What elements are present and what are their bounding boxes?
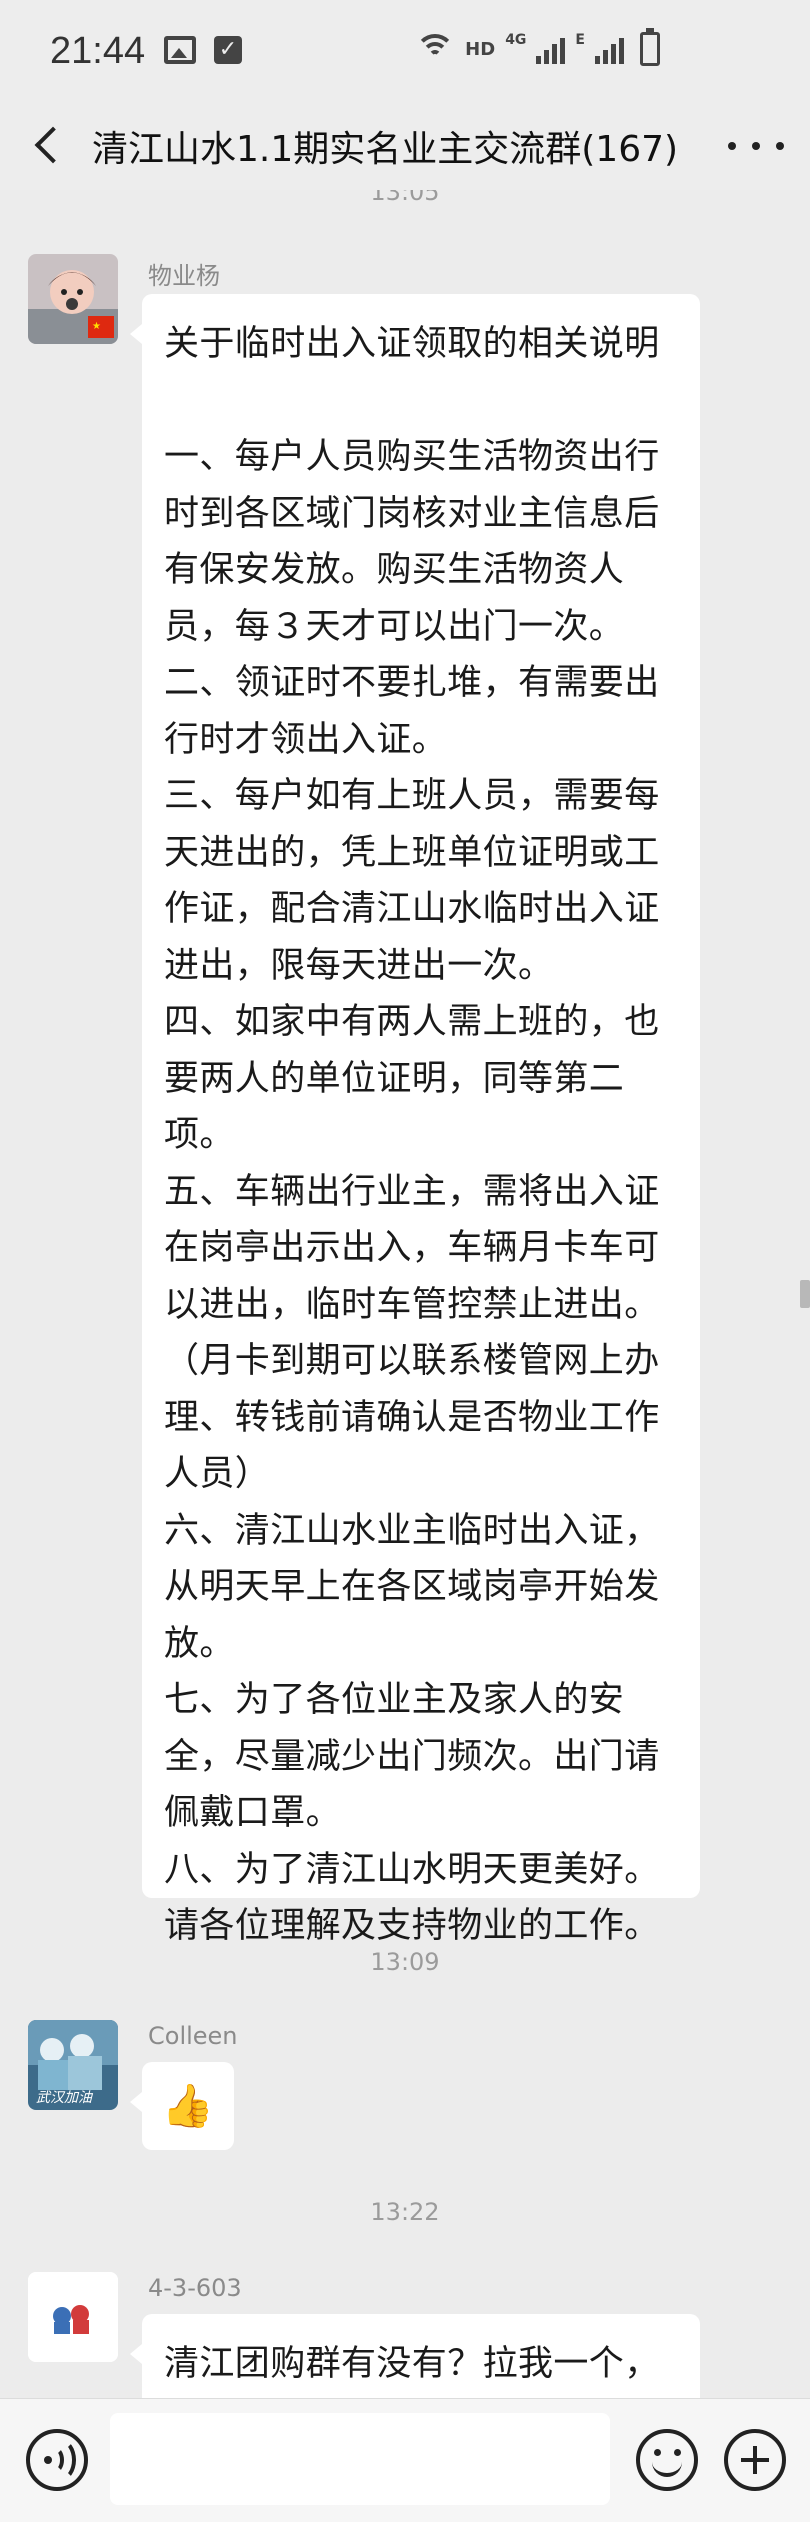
emoji-message-bubble[interactable]: 👍 <box>130 2062 234 2150</box>
avatar[interactable] <box>28 2272 118 2362</box>
hd-label: HD <box>465 38 496 60</box>
timestamp: 13:22 <box>370 2198 440 2226</box>
message-line: 放。 <box>164 1623 235 1664</box>
signal-icon-2 <box>595 34 624 64</box>
avatar[interactable]: ★ <box>28 254 118 344</box>
more-options-button[interactable] <box>728 128 784 164</box>
status-notification-icons: ✓ <box>164 36 242 64</box>
more-dot-icon <box>752 142 760 150</box>
timestamp: 13:09 <box>370 1948 440 1976</box>
gallery-notification-icon <box>164 36 196 64</box>
battery-charging-icon <box>640 28 660 66</box>
message-input[interactable] <box>110 2413 610 2505</box>
message-bubble[interactable]: 清江团购群有没有？拉我一个， <box>130 2314 700 2398</box>
network-4g-label: 4G <box>505 32 527 48</box>
wifi-icon <box>415 34 456 64</box>
message-line: 员，每３天才可以出门一次。 <box>164 606 625 647</box>
voice-input-button[interactable] <box>26 2429 88 2491</box>
message-line: 请各位理解及支持物业的工作。 <box>164 1906 660 1946</box>
more-dot-icon <box>728 142 736 150</box>
message-line: 五、车辆出行业主，需将出入证 <box>164 1171 660 1212</box>
message-line: 关于临时出入证领取的相关说明 <box>164 324 660 364</box>
timestamp: 13:05 <box>370 190 440 206</box>
status-indicators: HD 4G E <box>415 28 660 66</box>
message-line: 清江团购群有没有？拉我一个， <box>164 2344 660 2384</box>
message-bubble[interactable]: 关于临时出入证领取的相关说明 一、每户人员购买生活物资出行 时到各区域门岗核对业… <box>130 294 700 1946</box>
message-line: 天进出的，凭上班单位证明或工 <box>164 832 660 873</box>
svg-text:★: ★ <box>92 321 101 332</box>
scroll-indicator[interactable] <box>800 1280 810 1308</box>
status-time: 21:44 <box>50 30 146 72</box>
avatar[interactable]: 武汉加油 <box>28 2020 118 2110</box>
message-line: 进出，限每天进出一次。 <box>164 945 554 986</box>
message-line: 要两人的单位证明，同等第二项。 <box>164 1058 625 1156</box>
signal-icon <box>536 34 566 64</box>
more-functions-button[interactable] <box>724 2429 786 2491</box>
message-line: 四、如家中有两人需上班的，也 <box>164 1002 660 1042</box>
input-bar <box>0 2398 810 2522</box>
message-line: 七、为了各位业主及家人的安 <box>164 1680 625 1720</box>
emoji-button[interactable] <box>636 2429 698 2491</box>
message-line: 从明天早上在各区域岗亭开始发 <box>164 1567 660 1607</box>
back-button[interactable] <box>24 122 70 168</box>
more-dot-icon <box>776 142 784 150</box>
sender-name: Colleen <box>148 2022 238 2050</box>
message-line: 二、领证时不要扎堆，有需要出 <box>164 663 660 703</box>
message-line: 六、清江山水业主临时出入证， <box>164 1510 660 1551</box>
chat-title: 清江山水1.1期实名业主交流群(167) <box>92 129 679 170</box>
message-line: 有保安发放。购买生活物资人 <box>164 550 625 590</box>
message-line: 全，尽量减少出门频次。出门请 <box>164 1736 660 1777</box>
avatar-caption: 武汉加油 <box>36 2090 94 2106</box>
message-line: （月卡到期可以联系楼管网上办 <box>164 1341 660 1381</box>
message-line: 行时才领出入证。 <box>164 719 448 760</box>
thumbs-up-emoji: 👍 <box>161 2081 215 2130</box>
status-bar: 21:44 ✓ HD 4G E <box>0 0 810 100</box>
message-line: 八、为了清江山水明天更美好。 <box>164 1849 660 1890</box>
message-line: 一、每户人员购买生活物资出行 <box>164 437 660 477</box>
message-line: 佩戴口罩。 <box>164 1793 342 1833</box>
sender-name: 4-3-603 <box>148 2274 242 2302</box>
message-line: 以进出，临时车管控禁止进出。 <box>164 1284 660 1325</box>
message-line: 在岗亭出示出入，车辆月卡车可 <box>164 1228 660 1268</box>
message-line: 时到各区域门岗核对业主信息后 <box>164 493 660 534</box>
chat-header: 清江山水1.1期实名业主交流群(167) <box>0 100 810 190</box>
network-e-label: E <box>575 32 585 48</box>
message-line: 人员） <box>164 1454 271 1494</box>
sender-name: 物业杨 <box>148 262 220 290</box>
message-line: 三、每户如有上班人员，需要每 <box>164 776 660 816</box>
chat-messages-area[interactable]: 13:05 ★ 物业杨 关于临时出入证领取的相关说明 一、每户人员购买生活物资出… <box>0 190 810 2398</box>
message-line: 理、转钱前请确认是否物业工作 <box>164 1397 660 1438</box>
checkbox-notification-icon: ✓ <box>214 36 242 64</box>
message-line: 作证，配合清江山水临时出入证 <box>164 889 660 929</box>
